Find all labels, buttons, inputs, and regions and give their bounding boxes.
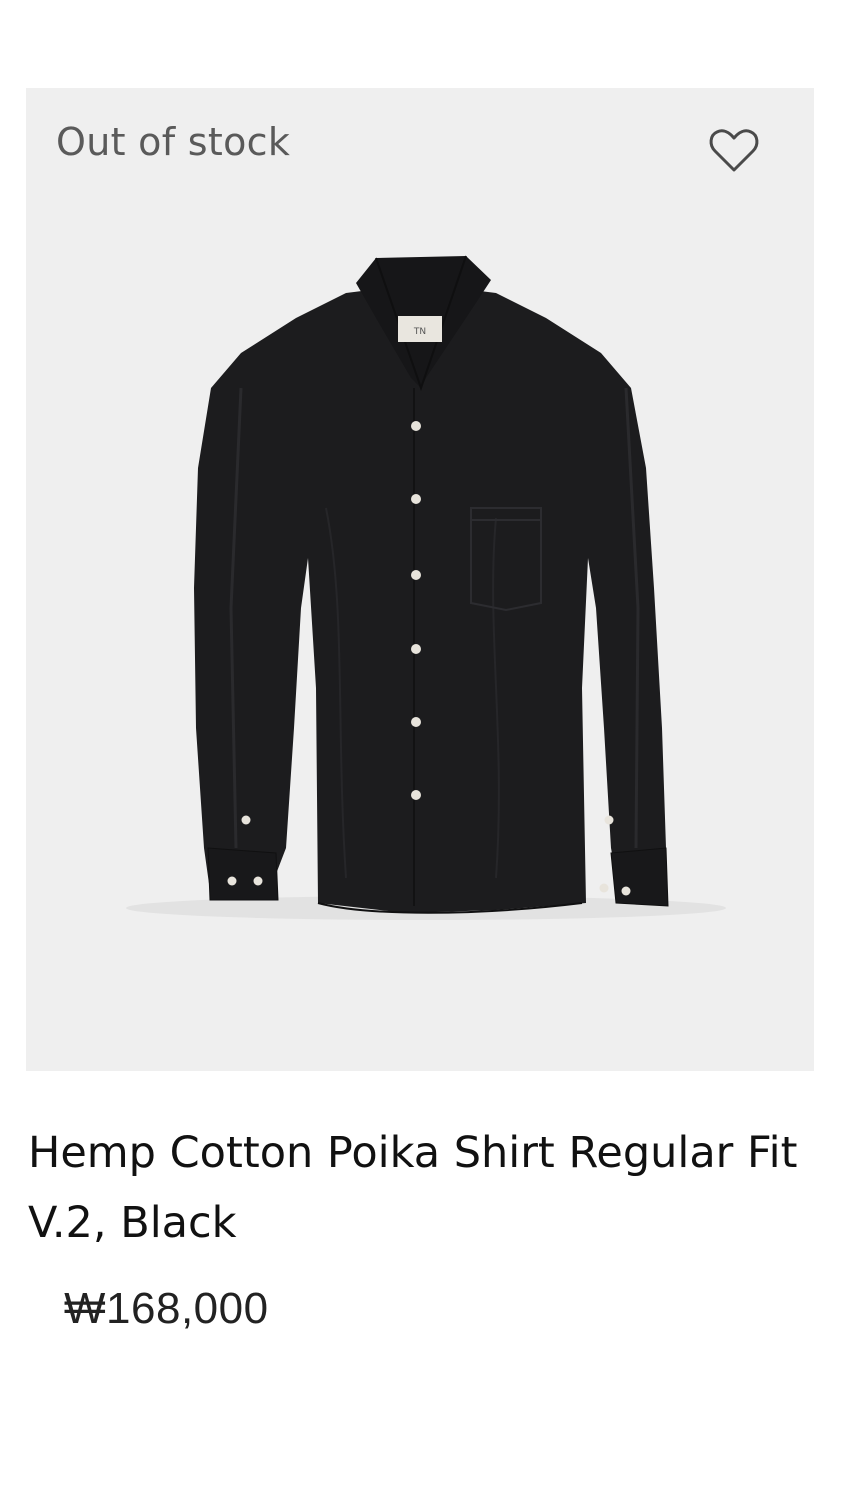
product-image-frame[interactable]: TN Out of stock: [26, 88, 814, 1071]
wishlist-button[interactable]: [706, 122, 762, 178]
out-of-stock-badge: Out of stock: [56, 120, 291, 164]
product-title[interactable]: Hemp Cotton Poika Shirt Regular Fit V.2,…: [28, 1118, 818, 1258]
product-price: ₩168,000: [64, 1284, 269, 1333]
product-card[interactable]: TN Out of stock Hemp Cotton Poika Shirt …: [0, 0, 844, 1500]
product-image[interactable]: TN: [26, 88, 814, 1071]
brand-label-text: TN: [413, 327, 426, 337]
heart-outline-icon: [709, 129, 759, 172]
